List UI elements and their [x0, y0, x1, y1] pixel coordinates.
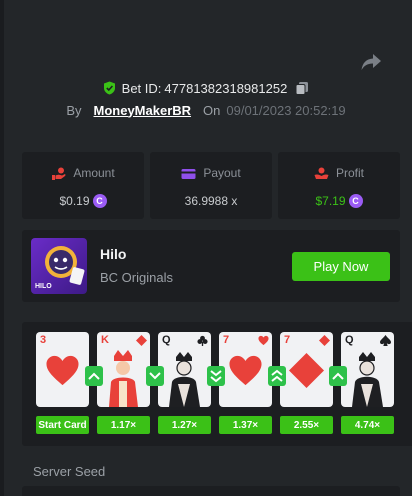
card-multiplier: Start Card	[36, 416, 89, 434]
cards-panel: 3 Start Card K 1.17× Q 1.27× 7 1.37× 7 2…	[22, 322, 412, 446]
card-rank: Q	[162, 334, 171, 346]
game-name[interactable]: Hilo	[100, 246, 126, 262]
higher-double-arrow-icon	[268, 366, 286, 386]
profit-value: $7.19	[315, 194, 346, 208]
card-rank: 7	[223, 334, 230, 346]
card-multiplier: 2.55×	[280, 416, 333, 434]
playing-card: Q	[158, 332, 211, 407]
coin-icon: C	[348, 194, 363, 208]
bet-author-row: By MoneyMakerBR On 09/01/2023 20:52:19	[0, 101, 412, 119]
queen-face-icon	[169, 352, 200, 407]
card-multiplier: 1.27×	[158, 416, 211, 434]
on-label: On	[203, 102, 221, 118]
playing-card: K	[97, 332, 150, 407]
heart-suit-icon	[229, 355, 262, 386]
payout-label: Payout	[203, 166, 241, 180]
server-seed-label: Server Seed	[33, 464, 106, 479]
card-multiplier: 1.17×	[97, 416, 150, 434]
stat-payout: Payout 36.9988 x	[150, 152, 272, 219]
game-thumbnail[interactable]: HILO	[31, 238, 87, 294]
card-rank: K	[101, 334, 109, 346]
card-rank: 3	[40, 334, 47, 346]
higher-arrow-icon	[329, 366, 347, 386]
playing-card: Q	[341, 332, 394, 407]
card-multiplier: 1.37×	[219, 416, 272, 434]
game-panel: HILO Hilo BC Originals Play Now	[22, 230, 400, 302]
coin-icon: C	[92, 194, 107, 208]
profit-label: Profit	[335, 166, 364, 180]
diamond-suit-icon	[289, 353, 324, 388]
queen-face-icon	[352, 352, 383, 407]
bet-id-row: Bet ID: 47781382318981252	[0, 79, 412, 97]
left-edge	[0, 0, 4, 496]
higher-arrow-icon	[85, 366, 103, 386]
copy-icon[interactable]	[295, 81, 309, 95]
king-face-icon	[109, 350, 138, 407]
server-seed-field[interactable]	[22, 486, 400, 496]
bet-id-value: 47781382318981252	[164, 80, 288, 96]
playing-card: 3	[36, 332, 89, 407]
payout-value: 36.9988 x	[184, 194, 238, 208]
heart-suit-icon	[46, 355, 79, 386]
game-provider: BC Originals	[100, 270, 173, 285]
amount-value: $0.19	[59, 194, 90, 208]
card-rank: Q	[345, 334, 354, 346]
diamond-suit-icon	[136, 335, 147, 346]
playing-card: 7	[219, 332, 272, 407]
bet-datetime: 09/01/2023 20:52:19	[226, 102, 346, 118]
bet-id-label: Bet ID:	[121, 80, 162, 96]
diamond-suit-icon	[319, 335, 330, 346]
lower-double-arrow-icon	[207, 366, 225, 386]
username-link[interactable]: MoneyMakerBR	[94, 103, 192, 118]
play-now-button[interactable]: Play Now	[292, 252, 390, 281]
club-suit-icon	[197, 335, 208, 346]
money-hand-icon	[52, 167, 66, 180]
heart-suit-icon	[258, 335, 269, 346]
stat-amount: Amount $0.19 C	[22, 152, 144, 219]
wallet-icon	[181, 168, 196, 179]
card-rank: 7	[284, 334, 291, 346]
verified-shield-icon	[103, 81, 115, 95]
bet-stats: Amount $0.19 C Payout 36.9988 x Profit $…	[22, 152, 400, 219]
playing-card: 7	[280, 332, 333, 407]
by-label: By	[66, 102, 82, 118]
spade-suit-icon	[380, 335, 391, 346]
stat-profit: Profit $7.19 C	[278, 152, 400, 219]
lower-arrow-icon	[146, 366, 164, 386]
share-icon[interactable]	[360, 52, 382, 72]
thumb-tag: HILO	[35, 283, 52, 290]
card-multiplier: 4.74×	[341, 416, 394, 434]
bet-detail-page: Bet ID: 47781382318981252 By MoneyMakerB…	[0, 0, 412, 496]
amount-label: Amount	[73, 166, 115, 180]
profit-hand-icon	[314, 167, 329, 179]
